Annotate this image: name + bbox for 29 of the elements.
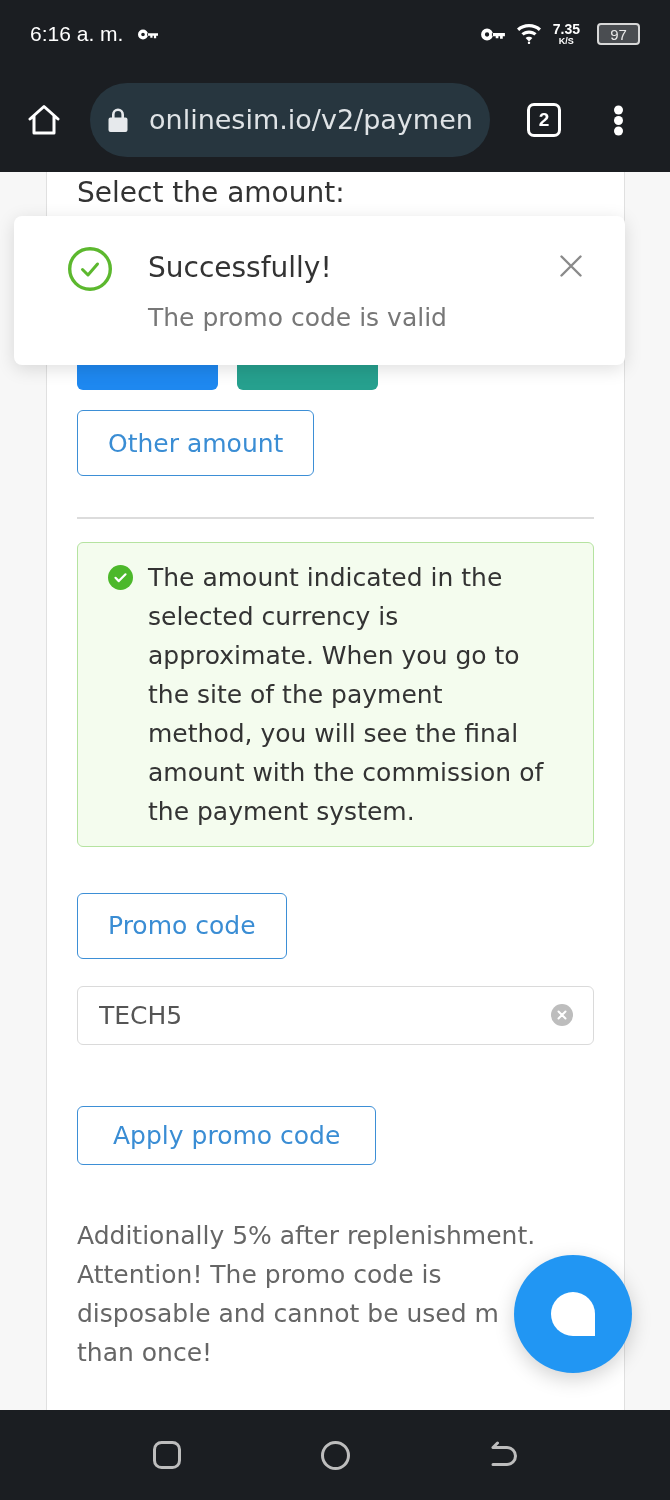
promo-note-text: Additionally 5% after replenishment. Attention! The promo code is disposable and cannot be used m than once! bbox=[77, 1219, 536, 1369]
battery-indicator: 97 bbox=[597, 23, 640, 45]
chat-bubble-icon bbox=[551, 1292, 595, 1336]
close-icon[interactable] bbox=[560, 255, 582, 277]
back-icon[interactable] bbox=[489, 1441, 518, 1469]
alert-text: The amount indicated in the selected currency is approximate. When you go to the site of the payment method, you will see the final amount with the commission of the payment system. bbox=[148, 561, 545, 828]
section-heading: Select the amount: bbox=[77, 175, 346, 211]
address-bar[interactable]: onlinesim.io/v2/paymen bbox=[90, 83, 490, 157]
success-check-icon bbox=[68, 247, 112, 291]
clock-time: 6:16 a. m. bbox=[30, 22, 124, 46]
network-speed-unit: K/S bbox=[558, 36, 574, 46]
check-circle-icon bbox=[108, 564, 133, 590]
promo-code-button[interactable]: Promo code bbox=[77, 892, 287, 959]
square-icon[interactable] bbox=[152, 1441, 181, 1469]
menu-icon[interactable] bbox=[613, 104, 624, 136]
key-icon bbox=[480, 27, 505, 41]
promo-code-input[interactable]: TECH5 bbox=[77, 985, 594, 1045]
other-amount-button[interactable]: Other amount bbox=[77, 410, 315, 476]
network-speed-value: 7.35 bbox=[552, 22, 580, 36]
toast-message: The promo code is valid bbox=[148, 302, 448, 334]
lock-icon bbox=[108, 108, 128, 132]
toast-title: Successfully! bbox=[148, 250, 333, 286]
wifi-icon bbox=[516, 24, 541, 44]
home-icon[interactable] bbox=[28, 104, 60, 136]
key-icon bbox=[138, 28, 159, 40]
url-text: onlinesim.io/v2/paymen bbox=[149, 104, 473, 136]
tab-count-button[interactable]: 2 bbox=[527, 103, 561, 137]
circle-icon[interactable] bbox=[320, 1440, 350, 1470]
apply-promo-code-button[interactable]: Apply promo code bbox=[77, 1105, 377, 1165]
